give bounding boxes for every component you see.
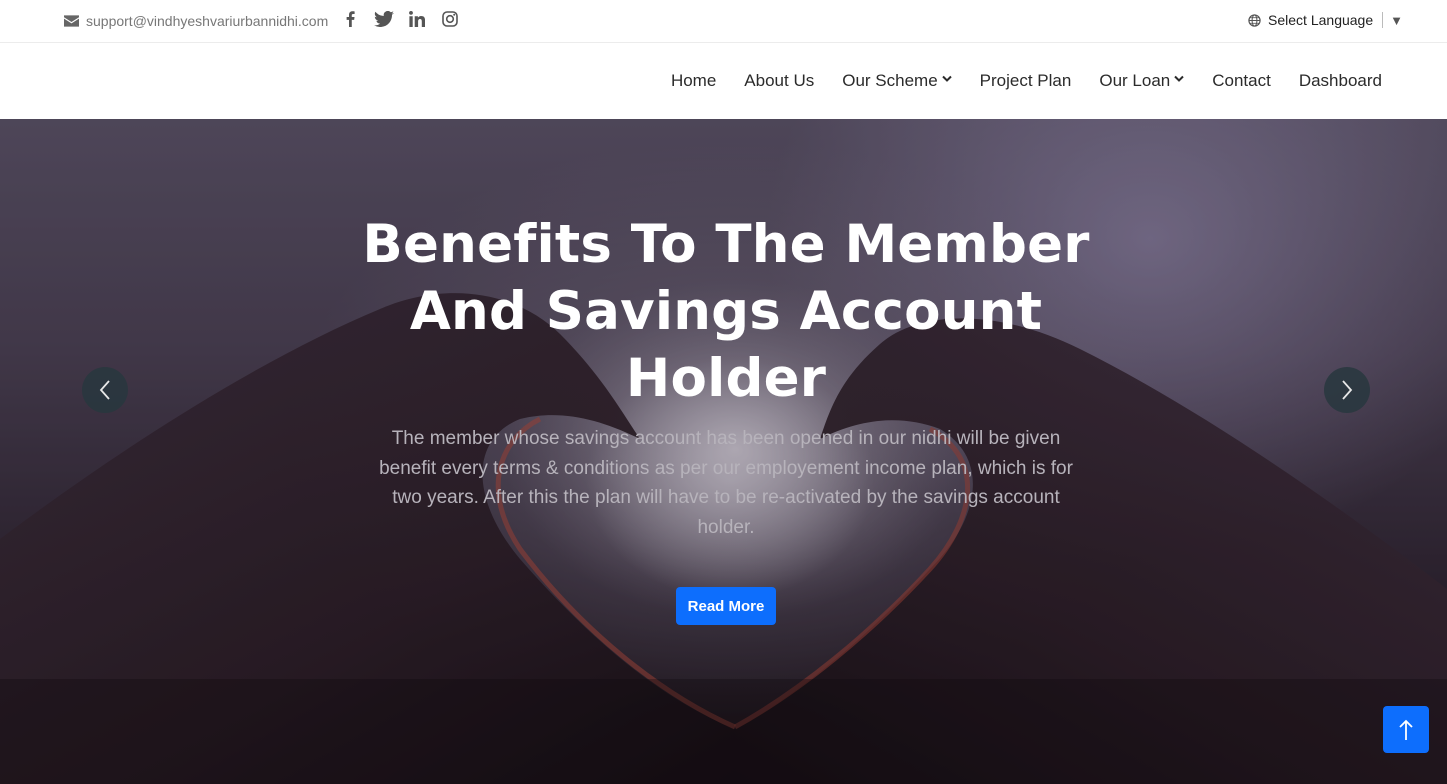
instagram-icon[interactable] [433,11,466,27]
caret-down-icon: ▼ [1390,12,1403,28]
nav-item-project-plan[interactable]: Project Plan [980,71,1072,91]
chevron-down-icon [941,75,952,86]
chevron-down-icon [1174,75,1184,86]
contact-email[interactable]: support@vindhyeshvariurbannidhi.com [64,13,328,29]
top-bar: support@vindhyeshvariurbannidhi.com Sele… [0,0,1447,43]
nav-item-about-us[interactable]: About Us [744,71,814,91]
nav-item-our-loan[interactable]: Our Loan [1099,71,1184,91]
hero-description: The member whose savings account has bee… [379,428,1073,538]
nav-item-our-scheme[interactable]: Our Scheme [842,71,952,91]
globe-icon [1248,13,1261,27]
chevron-right-icon [1342,380,1353,400]
language-divider [1382,12,1384,28]
scroll-to-top-button[interactable] [1383,706,1429,753]
facebook-icon[interactable] [334,11,367,27]
main-navbar: Home About Us Our Scheme Project Plan Ou… [0,43,1447,119]
hero-title: Benefits To The Member And Savings Accou… [362,214,1090,409]
slider-prev-button[interactable] [82,367,128,413]
nav-item-contact[interactable]: Contact [1212,71,1271,91]
hero-slider: Benefits To The Member And Savings Accou… [0,119,1447,784]
chevron-left-icon [99,380,110,400]
slider-next-button[interactable] [1324,367,1370,413]
nav-item-home[interactable]: Home [671,71,716,91]
social-links [334,11,466,27]
twitter-icon[interactable] [367,11,400,27]
language-selector[interactable]: Select Language ▼ [1248,12,1403,28]
nav-item-dashboard[interactable]: Dashboard [1299,71,1382,91]
language-label: Select Language [1268,12,1374,28]
linkedin-icon[interactable] [400,11,433,27]
email-text: support@vindhyeshvariurbannidhi.com [86,13,329,29]
arrow-up-icon [1399,719,1413,740]
read-more-button[interactable]: Read More [676,587,776,625]
envelope-icon [64,15,79,27]
nav-menu: Home About Us Our Scheme Project Plan Ou… [643,71,1382,91]
